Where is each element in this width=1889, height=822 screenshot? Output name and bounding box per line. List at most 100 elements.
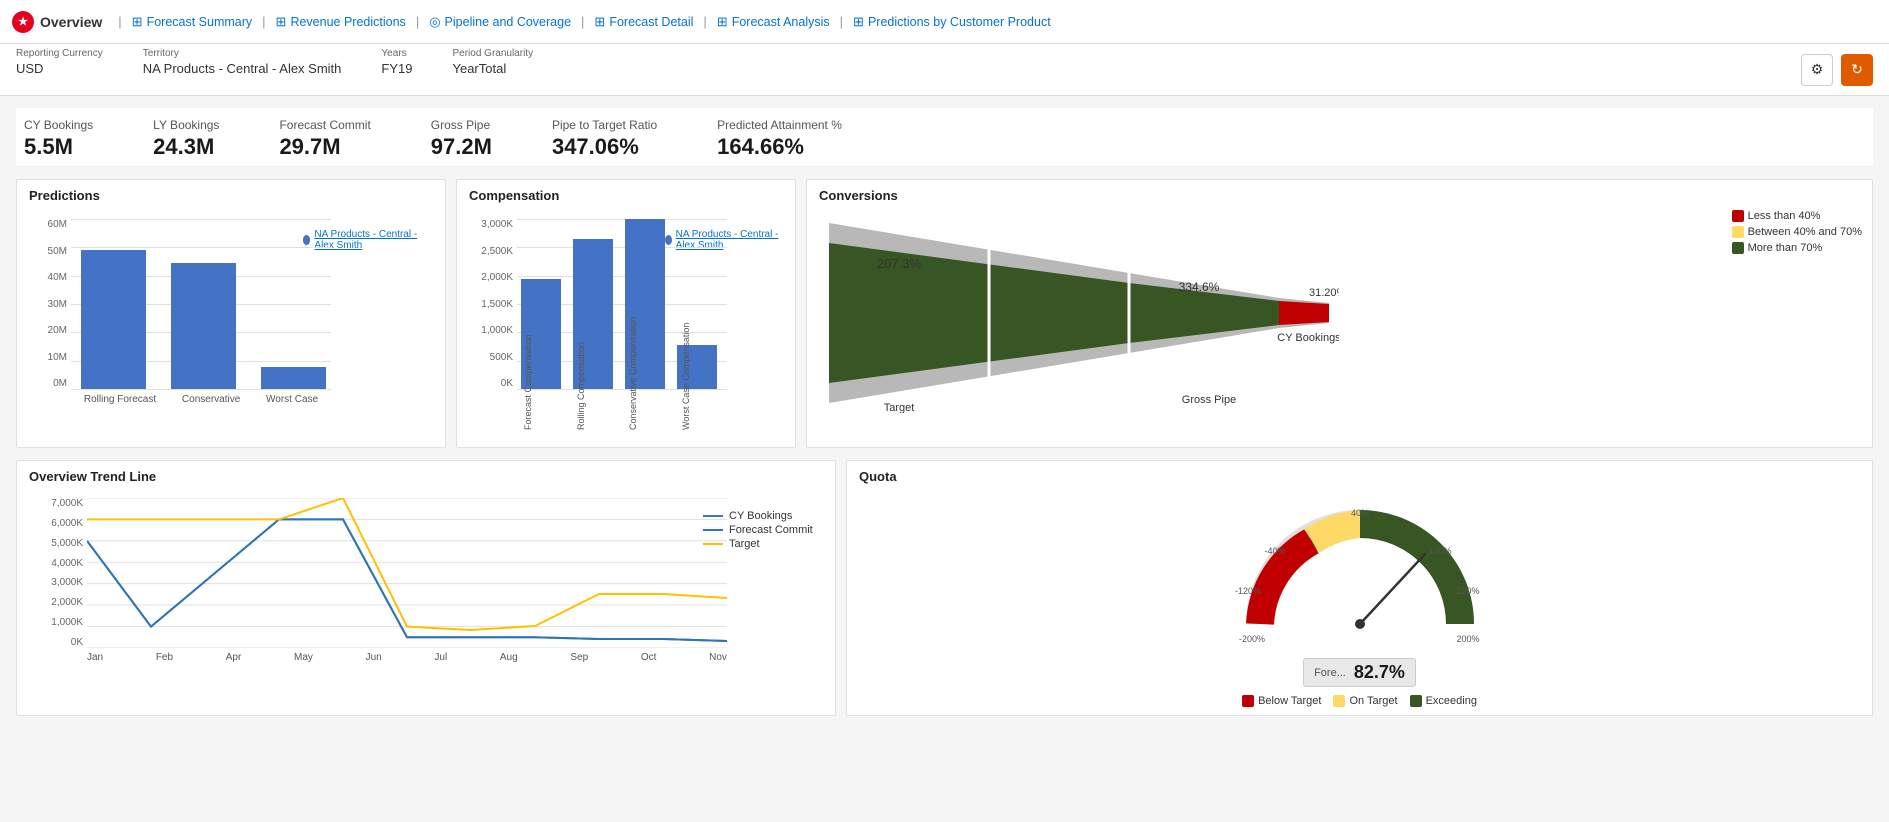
conv-dot-red: [1732, 210, 1744, 222]
refresh-button[interactable]: ↻: [1841, 54, 1873, 86]
funnel-green: [829, 243, 1129, 383]
oracle-icon: ★: [12, 11, 34, 33]
quota-panel: Quota -200% -120% -40% 40%: [846, 460, 1873, 716]
quota-legend-on-label: On Target: [1349, 695, 1397, 707]
trend-legend-forecast-label: Forecast Commit: [729, 524, 813, 536]
kpi-row: CY Bookings 5.5M LY Bookings 24.3M Forec…: [16, 108, 1873, 167]
nav-icon-4: ⊞: [594, 14, 605, 30]
nav-revenue-predictions[interactable]: ⊞ Revenue Predictions: [272, 14, 410, 30]
pred-x-worst: Worst Case: [266, 394, 318, 405]
brand: ★ Overview: [12, 11, 102, 33]
trend-cy-bookings: [87, 519, 727, 641]
gauge-container: -200% -120% -40% 40% 120% 120% 200% Fore…: [859, 494, 1860, 707]
conversions-panel: Conversions 207.3%: [806, 179, 1873, 448]
kpi-predicted-label: Predicted Attainment %: [717, 118, 842, 132]
trend-y6: 6,000K: [51, 518, 83, 529]
years-value: FY19: [381, 61, 412, 76]
nav-label-detail: Forecast Detail: [609, 15, 693, 29]
bar-rolling: [81, 250, 146, 389]
filter-actions: ⚙ ↻: [1801, 54, 1873, 86]
comp-y4: 2,000K: [481, 272, 513, 283]
trend-y2: 2,000K: [51, 597, 83, 608]
comp-y6: 3,000K: [481, 219, 513, 230]
settings-button[interactable]: ⚙: [1801, 54, 1833, 86]
nav-forecast-summary[interactable]: ⊞ Forecast Summary: [128, 14, 257, 30]
conv-legend-less40: Less than 40%: [1732, 210, 1862, 222]
trend-y0: 0K: [71, 637, 83, 648]
years-label: Years: [381, 48, 412, 59]
quota-dot-green: [1410, 695, 1422, 707]
territory-label: Territory: [143, 48, 342, 59]
filter-years: Years FY19: [381, 48, 412, 76]
trend-forecast-commit: [87, 519, 727, 641]
predictions-title: Predictions: [29, 188, 433, 203]
period-label: Period Granularity: [452, 48, 533, 59]
kpi-cy-bookings-label: CY Bookings: [24, 118, 93, 132]
trend-y7: 7,000K: [51, 498, 83, 509]
trend-x-feb: Feb: [156, 652, 173, 663]
quota-legend-below-label: Below Target: [1258, 695, 1321, 707]
comp-y1: 500K: [490, 352, 513, 363]
quota-legend-exceeding-label: Exceeding: [1426, 695, 1477, 707]
trend-x-sep: Sep: [570, 652, 588, 663]
kpi-ly-bookings-label: LY Bookings: [153, 118, 219, 132]
bar-conservative: [171, 263, 236, 389]
bar-worstcase: [261, 367, 326, 389]
compensation-title: Compensation: [469, 188, 783, 203]
nav-icon-3: ◎: [429, 14, 440, 30]
conv-legend-between: Between 40% and 70%: [1732, 226, 1862, 238]
trend-x-oct: Oct: [641, 652, 657, 663]
funnel-chart: 207.3% 334.6% 31.20% Target Gross Pipe C…: [819, 213, 1339, 413]
nav-predictions-customer[interactable]: ⊞ Predictions by Customer Product: [849, 14, 1055, 30]
nav-label-analysis: Forecast Analysis: [732, 15, 830, 29]
kpi-cy-bookings-value: 5.5M: [24, 134, 93, 160]
trend-title: Overview Trend Line: [29, 469, 823, 484]
trend-legend-target-label: Target: [729, 538, 760, 550]
kpi-predicted-value: 164.66%: [717, 134, 842, 160]
nav-icon-6: ⊞: [853, 14, 864, 30]
gauge-label-0: 40%: [1350, 508, 1368, 518]
conv-dot-yellow: [1732, 226, 1744, 238]
pred-y1: 10M: [48, 352, 67, 363]
comp-y5: 2,500K: [481, 246, 513, 257]
nav-label-revenue: Revenue Predictions: [290, 15, 405, 29]
gauge-pivot: [1355, 619, 1365, 629]
comp-y3: 1,500K: [481, 299, 513, 310]
conversions-legend: Less than 40% Between 40% and 70% More t…: [1732, 210, 1862, 258]
filter-territory: Territory NA Products - Central - Alex S…: [143, 48, 342, 76]
trend-y3: 3,000K: [51, 577, 83, 588]
kpi-pipe-target-value: 347.06%: [552, 134, 657, 160]
conv-label-2: 334.6%: [1179, 280, 1220, 294]
gauge-yellow: [1312, 524, 1360, 541]
nav-icon-5: ⊞: [717, 14, 728, 30]
bottom-row: Overview Trend Line 7,000K 6,000K 5,000K…: [16, 460, 1873, 716]
kpi-gross-pipe-value: 97.2M: [431, 134, 492, 160]
filter-currency: Reporting Currency USD: [16, 48, 103, 76]
kpi-gross-pipe: Gross Pipe 97.2M: [431, 118, 492, 160]
nav-forecast-detail[interactable]: ⊞ Forecast Detail: [590, 14, 697, 30]
kpi-forecast-commit-value: 29.7M: [279, 134, 370, 160]
nav-pipeline-coverage[interactable]: ◎ Pipeline and Coverage: [425, 14, 575, 30]
pred-y4: 40M: [48, 272, 67, 283]
gauge-needle: [1360, 554, 1425, 624]
quota-title: Quota: [859, 469, 1860, 484]
kpi-forecast-commit: Forecast Commit 29.7M: [279, 118, 370, 160]
trend-x-jul: Jul: [434, 652, 447, 663]
nav-forecast-analysis[interactable]: ⊞ Forecast Analysis: [713, 14, 834, 30]
nav-label-predictions: Predictions by Customer Product: [868, 15, 1051, 29]
trend-x-aug: Aug: [500, 652, 518, 663]
main-content: CY Bookings 5.5M LY Bookings 24.3M Forec…: [0, 96, 1889, 728]
kpi-gross-pipe-label: Gross Pipe: [431, 118, 492, 132]
trend-chart-svg: [87, 498, 727, 648]
conversions-title: Conversions: [819, 188, 1860, 203]
quota-legend: Below Target On Target Exceeding: [1242, 695, 1477, 707]
quota-legend-on: On Target: [1333, 695, 1397, 707]
pred-y6: 60M: [48, 219, 67, 230]
kpi-ly-bookings-value: 24.3M: [153, 134, 219, 160]
trend-x-apr: Apr: [226, 652, 242, 663]
nav-icon-1: ⊞: [132, 14, 143, 30]
quota-legend-exceeding: Exceeding: [1410, 695, 1477, 707]
comp-y2: 1,000K: [481, 325, 513, 336]
trend-y1: 1,000K: [51, 617, 83, 628]
gauge-svg: -200% -120% -40% 40% 120% 120% 200%: [1230, 494, 1490, 654]
